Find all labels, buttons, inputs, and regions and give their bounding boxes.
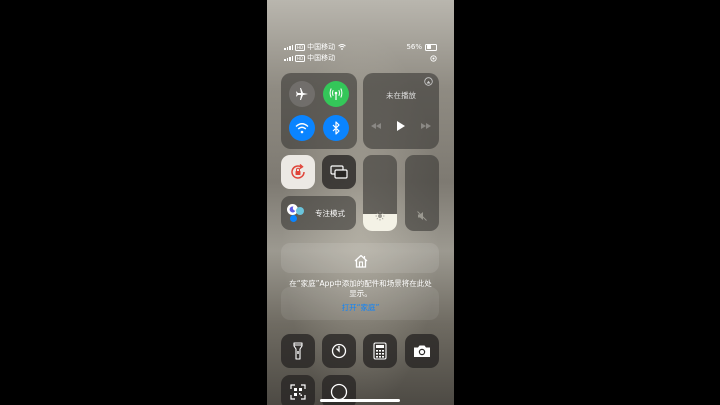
focus-label: 专注模式 <box>315 209 345 218</box>
wifi-icon <box>295 123 309 134</box>
flashlight-button[interactable] <box>281 334 315 368</box>
control-center: HD 中国移动 56% HD 中国移动 未在播放 专注模式 在“家庭”App中添… <box>267 0 454 405</box>
focus-mode-button[interactable]: 专注模式 <box>281 196 356 230</box>
calculator-button[interactable] <box>363 334 397 368</box>
status-bar-line-2: HD 中国移动 <box>284 53 437 63</box>
calculator-icon <box>373 342 387 360</box>
speaker-muted-icon <box>417 211 427 221</box>
brightness-sun-icon <box>375 211 385 221</box>
carrier-name: 中国移动 <box>307 54 336 62</box>
airplay-icon[interactable] <box>424 77 433 86</box>
airplane-mode-toggle[interactable] <box>289 81 315 107</box>
wifi-toggle[interactable] <box>289 115 315 141</box>
brightness-slider[interactable] <box>363 155 397 231</box>
signal-strength-icon <box>284 44 293 50</box>
rotation-lock-toggle[interactable] <box>281 155 315 189</box>
play-icon[interactable] <box>397 121 405 131</box>
bluetooth-icon <box>332 121 340 135</box>
previous-track-icon[interactable] <box>371 123 381 129</box>
open-home-link[interactable]: 打开“家庭” <box>267 302 454 313</box>
bluetooth-toggle[interactable] <box>323 115 349 141</box>
battery-percentage: 56% <box>406 43 422 51</box>
timer-button[interactable] <box>322 334 356 368</box>
volume-slider[interactable] <box>405 155 439 231</box>
location-icon <box>430 54 437 62</box>
media-title: 未在播放 <box>386 91 416 100</box>
camera-button[interactable] <box>405 334 439 368</box>
screen-mirroring-button[interactable] <box>322 155 356 189</box>
wifi-status-icon <box>338 44 346 50</box>
timer-icon <box>331 343 347 359</box>
sim-badge: HD <box>295 43 306 51</box>
status-bar-line-1: HD 中国移动 56% <box>284 42 437 52</box>
home-icon <box>354 254 368 268</box>
flashlight-icon <box>293 342 303 360</box>
airplane-icon <box>296 88 308 100</box>
cellular-data-toggle[interactable] <box>323 81 349 107</box>
focus-icons <box>287 204 305 222</box>
home-message: 在“家庭”App中添加的配件和场景将在此处显示。 <box>289 279 432 298</box>
person-icon <box>290 215 297 222</box>
qr-scanner-icon <box>290 384 306 400</box>
camera-icon <box>414 345 430 357</box>
qr-scanner-button[interactable] <box>281 375 315 405</box>
home-indicator[interactable] <box>320 399 400 402</box>
battery-icon <box>425 43 437 51</box>
focus-circle-icon <box>296 207 304 215</box>
cellular-antenna-icon <box>329 88 343 100</box>
carrier-name: 中国移动 <box>307 43 336 51</box>
sim-badge: HD <box>295 54 306 62</box>
connectivity-panel <box>281 73 357 149</box>
rotation-lock-icon <box>291 163 305 179</box>
now-playing-panel[interactable]: 未在播放 <box>363 73 439 149</box>
screen-mirroring-icon <box>330 165 348 179</box>
signal-strength-icon <box>284 55 293 61</box>
next-track-icon[interactable] <box>421 123 431 129</box>
